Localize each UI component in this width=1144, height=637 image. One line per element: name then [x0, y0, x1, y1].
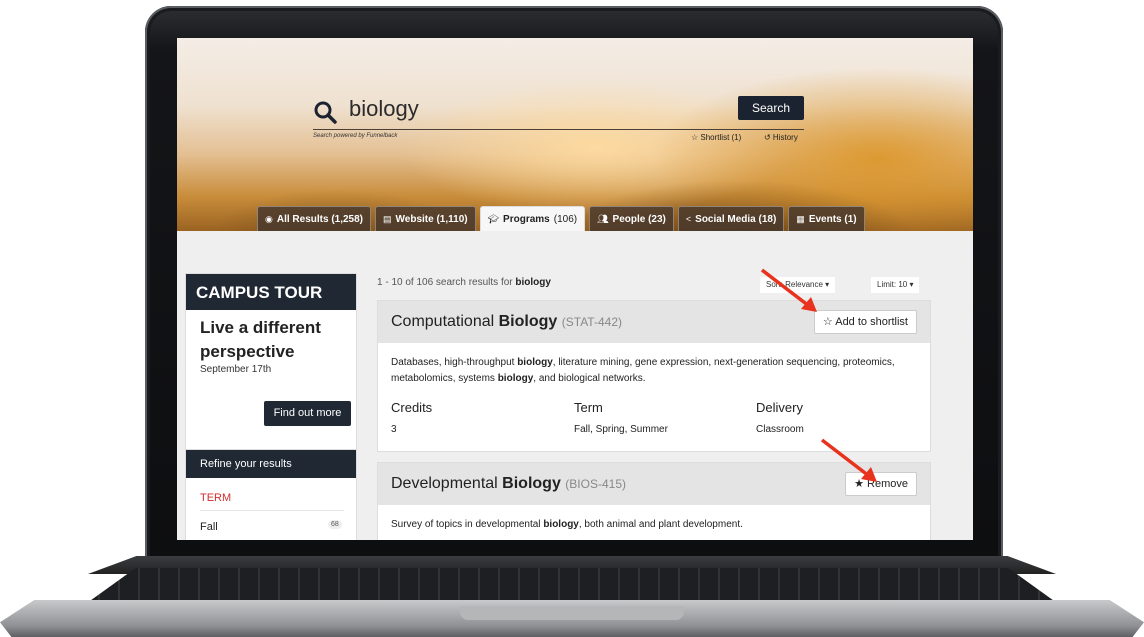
tab-events[interactable]: ▦ Events (1) — [788, 206, 865, 231]
hero-banner — [177, 38, 973, 231]
limit-dropdown[interactable]: Limit: 10 ▾ — [871, 277, 920, 293]
graduation-cap-icon: 🎓︎ — [487, 213, 500, 224]
red-arrow-icon — [760, 268, 817, 312]
result-tabs: ◉ All Results (1,258) ▤ Website (1,110) 🎓︎… — [257, 206, 865, 231]
search-button[interactable]: Search — [738, 96, 804, 120]
globe-icon: ◉ — [265, 213, 273, 224]
share-icon: < — [685, 214, 692, 224]
find-out-more-button[interactable]: Find out more — [264, 401, 351, 426]
term-facet-label: TERM — [200, 492, 232, 504]
campus-tour-heading: CAMPUS TOUR — [186, 274, 356, 310]
calendar-icon: ▦ — [796, 213, 805, 224]
results-summary: 1 - 10 of 106 search results for biology — [377, 277, 551, 288]
divider — [200, 510, 344, 511]
result-card: Computational Biology (STAT-442) ☆ Add t… — [377, 300, 931, 452]
delivery-label: Delivery — [756, 400, 803, 415]
add-to-shortlist-button[interactable]: ☆ Add to shortlist — [813, 310, 917, 334]
result-description: Survey of topics in developmental biolog… — [391, 519, 743, 530]
search-input[interactable]: biology — [349, 96, 419, 122]
search-icon — [314, 101, 337, 124]
facet-fall-count: 68 — [328, 520, 342, 529]
people-icon: 👥︎ — [597, 213, 609, 224]
delivery-value: Classroom — [756, 424, 804, 435]
search-bar[interactable]: biology — [313, 94, 804, 130]
tab-social-media[interactable]: < Social Media (18) — [677, 206, 785, 231]
document-icon: ▤ — [383, 213, 392, 224]
credits-label: Credits — [391, 400, 433, 415]
tab-people[interactable]: 👥︎ People (23) — [589, 206, 674, 231]
screen: biology Search Search powered by Funnelb… — [177, 38, 973, 540]
history-link[interactable]: ↺ History — [764, 133, 798, 142]
tab-programs[interactable]: 🎓︎ Programs (106) — [479, 206, 586, 231]
laptop-base — [0, 556, 1144, 637]
campus-tour-title: Live a different perspective — [200, 318, 321, 361]
result-title[interactable]: Computational Biology (STAT-442) ☆ Add t… — [378, 301, 930, 343]
trackpad — [460, 606, 684, 620]
result-description: Databases, high-throughput biology, lite… — [391, 357, 895, 384]
term-label: Term — [574, 400, 603, 415]
shortlist-link[interactable]: ☆ Shortlist (1) — [691, 133, 741, 142]
refine-heading: Refine your results — [186, 450, 356, 478]
powered-by-label: Search powered by Funnelback — [313, 133, 398, 139]
campus-tour-date: September 17th — [200, 364, 272, 375]
credits-value: 3 — [391, 424, 397, 435]
refine-panel: Refine your results TERM Fall 68 — [185, 449, 357, 540]
campus-tour-panel: CAMPUS TOUR Live a different perspective… — [185, 273, 357, 453]
tab-website[interactable]: ▤ Website (1,110) — [375, 206, 476, 231]
tab-all-results[interactable]: ◉ All Results (1,258) — [257, 206, 372, 231]
red-arrow-icon — [820, 438, 877, 482]
facet-fall[interactable]: Fall — [200, 521, 218, 533]
term-value: Fall, Spring, Summer — [574, 424, 668, 435]
